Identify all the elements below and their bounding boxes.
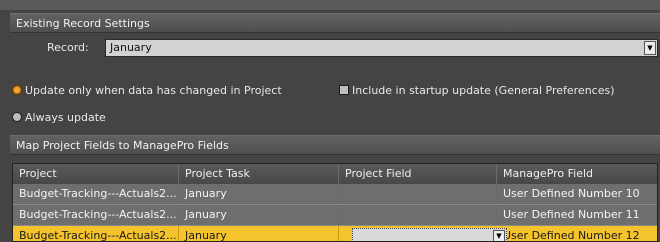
cell-project-field[interactable] — [339, 184, 497, 204]
column-header-managepro-field[interactable]: ManagePro Field — [497, 164, 657, 184]
table-row[interactable]: Budget-Tracking---Actuals2... January Us… — [13, 205, 657, 226]
project-field-dropdown[interactable]: ▼ — [352, 228, 507, 241]
include-startup-option[interactable]: Include in startup update (General Prefe… — [339, 82, 615, 98]
include-startup-label: Include in startup update (General Prefe… — [352, 83, 615, 97]
chevron-down-icon[interactable]: ▼ — [644, 41, 656, 55]
cell-project-task[interactable]: January — [179, 184, 339, 204]
column-header-project-task[interactable]: Project Task — [179, 164, 339, 184]
cell-project-field[interactable] — [339, 205, 497, 225]
record-dropdown-value: January — [110, 41, 152, 54]
field-mapping-grid: Project Project Task Project Field Manag… — [12, 163, 658, 242]
cell-project-task[interactable]: January — [179, 226, 339, 241]
radio-selected-icon[interactable] — [12, 85, 22, 95]
record-label: Record: — [47, 41, 89, 54]
cell-managepro-field[interactable]: User Defined Number 10 — [497, 184, 657, 204]
cell-managepro-field[interactable]: User Defined Number 12 — [497, 226, 657, 241]
existing-record-settings-header: Existing Record Settings — [10, 13, 660, 33]
table-row-selected[interactable]: Budget-Tracking---Actuals2... January Us… — [13, 226, 657, 241]
grid-header-row: Project Project Task Project Field Manag… — [13, 164, 657, 185]
cell-project-task[interactable]: January — [179, 205, 339, 225]
column-header-project-field[interactable]: Project Field — [339, 164, 497, 184]
update-when-changed-option[interactable]: Update only when data has changed in Pro… — [12, 82, 282, 98]
map-fields-header: Map Project Fields to ManagePro Fields — [10, 135, 660, 155]
chevron-down-icon[interactable]: ▼ — [493, 230, 505, 241]
column-header-project[interactable]: Project — [13, 164, 179, 184]
checkbox-icon[interactable] — [339, 85, 349, 95]
window-top-strip — [0, 0, 660, 10]
cell-project[interactable]: Budget-Tracking---Actuals2... — [13, 226, 179, 241]
always-update-label: Always update — [25, 110, 106, 124]
radio-unselected-icon[interactable] — [12, 112, 22, 122]
record-dropdown[interactable]: January ▼ — [105, 39, 658, 57]
cell-managepro-field[interactable]: User Defined Number 11 — [497, 205, 657, 225]
update-when-changed-label: Update only when data has changed in Pro… — [25, 83, 282, 97]
cell-project[interactable]: Budget-Tracking---Actuals2... — [13, 205, 179, 225]
cell-project[interactable]: Budget-Tracking---Actuals2... — [13, 184, 179, 204]
table-row[interactable]: Budget-Tracking---Actuals2... January Us… — [13, 184, 657, 205]
always-update-option[interactable]: Always update — [12, 109, 106, 125]
